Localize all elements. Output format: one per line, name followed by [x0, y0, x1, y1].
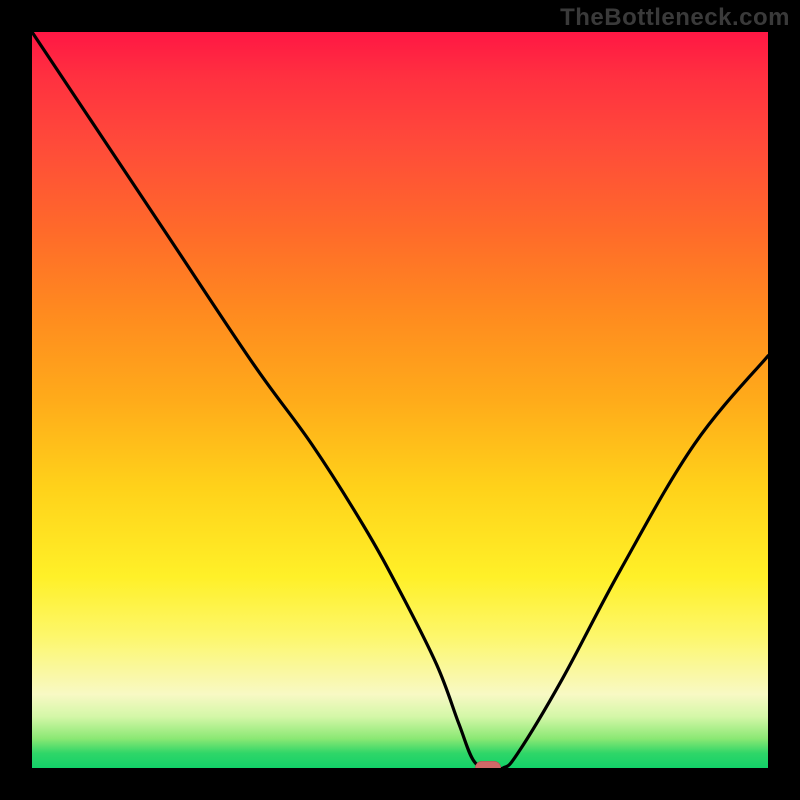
bottleneck-curve-line	[32, 32, 768, 768]
bottleneck-curve-svg	[32, 32, 768, 768]
optimal-marker	[475, 761, 501, 768]
plot-area	[32, 32, 768, 768]
chart-frame: TheBottleneck.com	[0, 0, 800, 800]
watermark-text: TheBottleneck.com	[560, 4, 790, 32]
